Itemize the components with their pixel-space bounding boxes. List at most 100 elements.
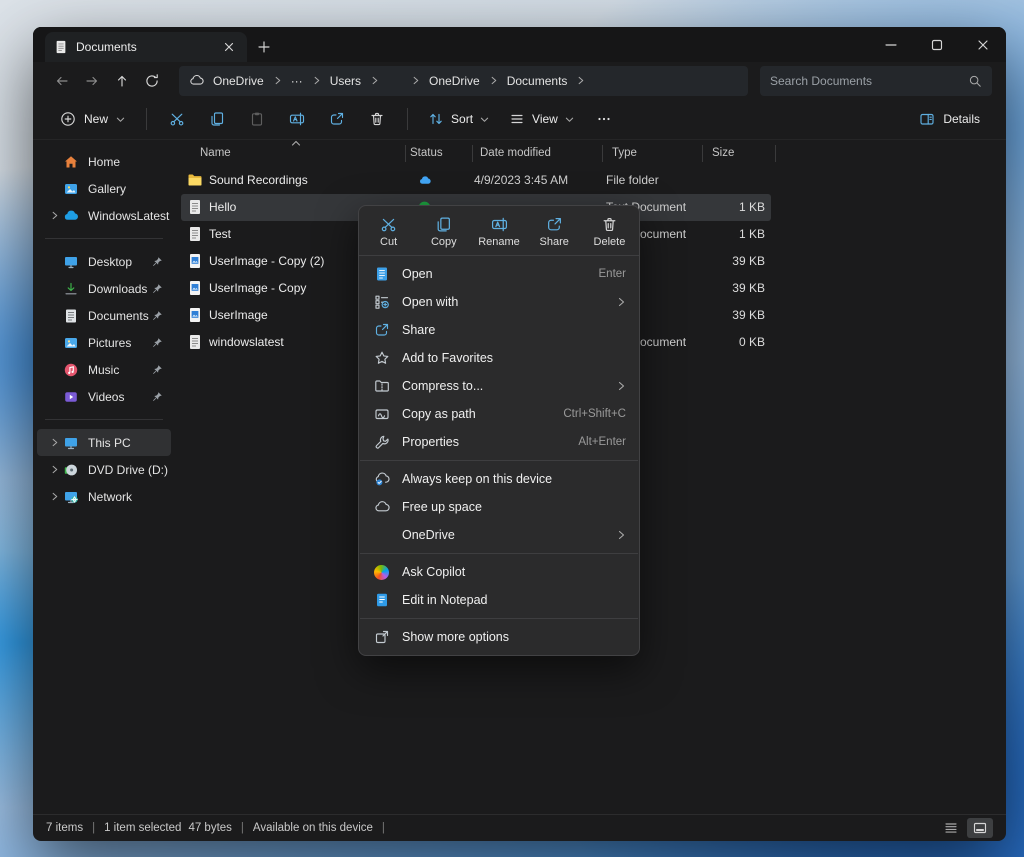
column-header-status[interactable]: Status bbox=[410, 147, 443, 159]
sidebar-item-pictures[interactable]: Pictures bbox=[37, 329, 171, 356]
back-button[interactable] bbox=[47, 66, 77, 96]
sidebar-item-music[interactable]: Music bbox=[37, 356, 171, 383]
more-options-button[interactable] bbox=[584, 103, 624, 135]
search-input[interactable]: Search Documents bbox=[760, 66, 992, 96]
delete-button[interactable] bbox=[357, 103, 397, 135]
image-document-icon bbox=[187, 307, 203, 323]
search-icon bbox=[968, 74, 982, 88]
tab-close-icon[interactable] bbox=[220, 38, 238, 56]
window-caption-buttons bbox=[868, 27, 1006, 62]
breadcrumb-item-documents[interactable]: Documents bbox=[500, 72, 575, 90]
breadcrumb-overflow[interactable]: ··· bbox=[284, 72, 310, 90]
menu-item-ask-copilot[interactable]: Ask Copilot bbox=[359, 558, 639, 586]
column-header-type[interactable]: Type bbox=[612, 147, 637, 159]
expand-chevron-icon[interactable] bbox=[45, 465, 63, 474]
share-icon bbox=[372, 321, 391, 340]
minimize-button[interactable] bbox=[868, 27, 914, 62]
pin-icon bbox=[152, 310, 163, 321]
chevron-right-icon bbox=[310, 76, 323, 85]
menu-item-onedrive[interactable]: OneDrive bbox=[359, 521, 639, 549]
menu-item-open-with[interactable]: Open with bbox=[359, 288, 639, 316]
ellipsis-icon bbox=[596, 111, 612, 127]
column-separator[interactable] bbox=[775, 145, 776, 162]
menu-item-always-keep-on-device[interactable]: Always keep on this device bbox=[359, 465, 639, 493]
sidebar-item-desktop[interactable]: Desktop bbox=[37, 248, 171, 275]
context-delete-button[interactable]: Delete bbox=[586, 213, 633, 250]
column-header-date-modified[interactable]: Date modified bbox=[480, 147, 551, 159]
details-view-button[interactable] bbox=[938, 818, 964, 838]
expand-chevron-icon[interactable] bbox=[45, 492, 63, 501]
menu-item-show-more-options[interactable]: Show more options bbox=[359, 623, 639, 651]
submenu-chevron-icon bbox=[616, 297, 626, 307]
sidebar-item-this-pc[interactable]: This PC bbox=[37, 429, 171, 456]
file-size: 39 KB bbox=[732, 281, 765, 295]
column-separator[interactable] bbox=[602, 145, 603, 162]
details-pane-button[interactable]: Details bbox=[909, 103, 990, 135]
menu-item-compress-to[interactable]: Compress to... bbox=[359, 372, 639, 400]
sidebar-item-home[interactable]: Home bbox=[37, 148, 171, 175]
breadcrumb-item-onedrive-2[interactable]: OneDrive bbox=[422, 72, 487, 90]
file-type: File folder bbox=[606, 173, 659, 187]
rename-button[interactable] bbox=[277, 103, 317, 135]
sidebar-item-windowslatest-onedrive[interactable]: WindowsLatest - Pe bbox=[37, 202, 171, 229]
column-headers: Name Status Date modified Type Size bbox=[175, 140, 1006, 167]
new-tab-button[interactable] bbox=[247, 32, 281, 62]
breadcrumb-item-onedrive[interactable]: OneDrive bbox=[206, 72, 271, 90]
cut-button[interactable] bbox=[157, 103, 197, 135]
open-icon bbox=[372, 265, 391, 284]
sidebar-item-network[interactable]: Network bbox=[37, 483, 171, 510]
menu-item-copy-as-path[interactable]: Copy as path Ctrl+Shift+C bbox=[359, 400, 639, 428]
menu-item-properties[interactable]: Properties Alt+Enter bbox=[359, 428, 639, 456]
paste-button[interactable] bbox=[237, 103, 277, 135]
file-row-sound-recordings[interactable]: Sound Recordings 4/9/2023 3:45 AM File f… bbox=[181, 167, 771, 194]
file-name: Test bbox=[209, 227, 231, 241]
menu-item-edit-in-notepad[interactable]: Edit in Notepad bbox=[359, 586, 639, 614]
context-cut-button[interactable]: Cut bbox=[365, 213, 412, 250]
breadcrumb-item-users[interactable]: Users bbox=[323, 72, 368, 90]
close-button[interactable] bbox=[960, 27, 1006, 62]
file-name: UserImage - Copy (2) bbox=[209, 254, 324, 268]
context-copy-button[interactable]: Copy bbox=[420, 213, 467, 250]
desktop-icon bbox=[63, 254, 79, 270]
column-header-name[interactable]: Name bbox=[200, 147, 231, 159]
file-size: 1 KB bbox=[739, 200, 765, 214]
share-button[interactable] bbox=[317, 103, 357, 135]
menu-item-free-up-space[interactable]: Free up space bbox=[359, 493, 639, 521]
maximize-button[interactable] bbox=[914, 27, 960, 62]
tab-documents[interactable]: Documents bbox=[45, 32, 247, 62]
view-button[interactable]: View bbox=[499, 103, 584, 135]
copy-button[interactable] bbox=[197, 103, 237, 135]
forward-button[interactable] bbox=[77, 66, 107, 96]
sidebar-item-downloads[interactable]: Downloads bbox=[37, 275, 171, 302]
column-separator[interactable] bbox=[702, 145, 703, 162]
sort-icon bbox=[428, 111, 444, 127]
sidebar-item-documents[interactable]: Documents bbox=[37, 302, 171, 329]
sidebar-item-dvd-drive[interactable]: DVD Drive (D:) CCC bbox=[37, 456, 171, 483]
column-header-size[interactable]: Size bbox=[712, 147, 734, 159]
sort-button[interactable]: Sort bbox=[418, 103, 499, 135]
refresh-button[interactable] bbox=[137, 66, 167, 96]
expand-chevron-icon[interactable] bbox=[45, 211, 63, 220]
large-icons-view-button[interactable] bbox=[967, 818, 993, 838]
menu-item-add-to-favorites[interactable]: Add to Favorites bbox=[359, 344, 639, 372]
rename-icon bbox=[491, 216, 508, 233]
column-separator[interactable] bbox=[472, 145, 473, 162]
column-separator[interactable] bbox=[405, 145, 406, 162]
view-toggle-group bbox=[938, 818, 993, 838]
sidebar-item-gallery[interactable]: Gallery bbox=[37, 175, 171, 202]
chevron-right-icon bbox=[487, 76, 500, 85]
file-name: UserImage - Copy bbox=[209, 281, 306, 295]
cut-icon bbox=[380, 216, 397, 233]
menu-item-share[interactable]: Share bbox=[359, 316, 639, 344]
sidebar-item-videos[interactable]: Videos bbox=[37, 383, 171, 410]
up-button[interactable] bbox=[107, 66, 137, 96]
menu-item-open[interactable]: Open Enter bbox=[359, 260, 639, 288]
delete-icon bbox=[601, 216, 618, 233]
sidebar-divider bbox=[45, 419, 163, 420]
breadcrumb-item-user[interactable] bbox=[381, 73, 409, 89]
copilot-icon bbox=[372, 563, 391, 582]
context-rename-button[interactable]: Rename bbox=[475, 213, 522, 250]
expand-chevron-icon[interactable] bbox=[45, 438, 63, 447]
new-button[interactable]: New bbox=[49, 103, 136, 135]
context-share-button[interactable]: Share bbox=[531, 213, 578, 250]
